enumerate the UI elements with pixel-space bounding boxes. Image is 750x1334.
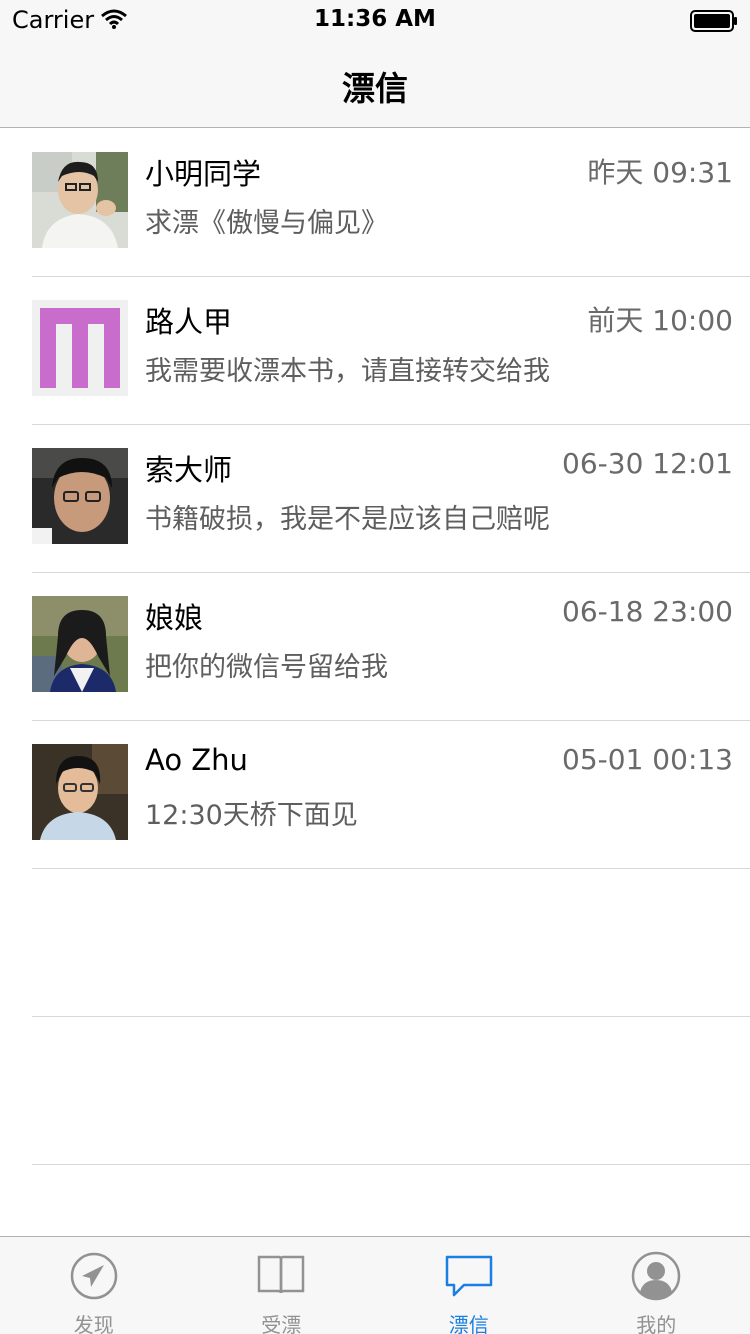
message-preview: 我需要收漂本书，请直接转交给我	[145, 356, 550, 387]
message-preview: 求漂《傲慢与偏见》	[145, 208, 388, 239]
tab-messages[interactable]: 漂信	[375, 1237, 563, 1334]
empty-row	[0, 869, 750, 1017]
message-preview: 书籍破损，我是不是应该自己赔呢	[145, 504, 550, 535]
message-list: 小明同学 昨天 09:31 求漂《傲慢与偏见》 路人甲 前天 10:00 我需要…	[0, 129, 750, 1165]
user-avatar	[32, 300, 128, 396]
user-avatar	[32, 596, 128, 692]
message-preview: 把你的微信号留给我	[145, 652, 388, 683]
message-row[interactable]: 路人甲 前天 10:00 我需要收漂本书，请直接转交给我	[0, 277, 750, 425]
message-time: 06-30 12:01	[562, 447, 733, 480]
book-icon	[256, 1251, 306, 1305]
sender-name: 索大师	[145, 453, 233, 487]
sender-name: 路人甲	[145, 305, 233, 339]
compass-icon	[69, 1251, 119, 1305]
tab-label: 发现	[73, 1313, 114, 1334]
tab-bar: 发现 受漂 漂信 我的	[0, 1236, 750, 1334]
user-avatar	[32, 448, 128, 544]
status-time: 11:36 AM	[314, 6, 436, 32]
message-time: 05-01 00:13	[562, 743, 733, 776]
tab-received[interactable]: 受漂	[188, 1237, 376, 1334]
message-preview: 12:30天桥下面见	[145, 800, 358, 831]
empty-row	[0, 1017, 750, 1165]
message-row[interactable]: 小明同学 昨天 09:31 求漂《傲慢与偏见》	[0, 129, 750, 277]
battery-icon	[690, 10, 738, 36]
message-row[interactable]: 索大师 06-30 12:01 书籍破损，我是不是应该自己赔呢	[0, 425, 750, 573]
sender-name: Ao Zhu	[145, 743, 248, 777]
tab-label: 漂信	[448, 1313, 489, 1334]
tab-label: 我的	[636, 1313, 677, 1334]
message-time: 昨天 09:31	[587, 156, 733, 189]
sender-name: 小明同学	[145, 157, 262, 191]
message-row[interactable]: Ao Zhu 05-01 00:13 12:30天桥下面见	[0, 721, 750, 869]
sender-name: 娘娘	[145, 601, 204, 635]
navigation-bar: 漂信	[0, 40, 750, 128]
tab-discover[interactable]: 发现	[0, 1237, 188, 1334]
row-divider	[32, 1164, 750, 1165]
message-row[interactable]: 娘娘 06-18 23:00 把你的微信号留给我	[0, 573, 750, 721]
user-avatar	[32, 744, 128, 840]
chat-bubble-icon	[444, 1251, 494, 1305]
user-avatar	[32, 152, 128, 248]
tab-label: 受漂	[261, 1313, 302, 1334]
page-title: 漂信	[342, 69, 408, 108]
message-time: 06-18 23:00	[562, 595, 733, 628]
status-bar: Carrier 11:36 AM	[0, 0, 750, 40]
message-time: 前天 10:00	[587, 304, 733, 337]
tab-mine[interactable]: 我的	[563, 1237, 750, 1334]
profile-icon	[631, 1251, 681, 1305]
